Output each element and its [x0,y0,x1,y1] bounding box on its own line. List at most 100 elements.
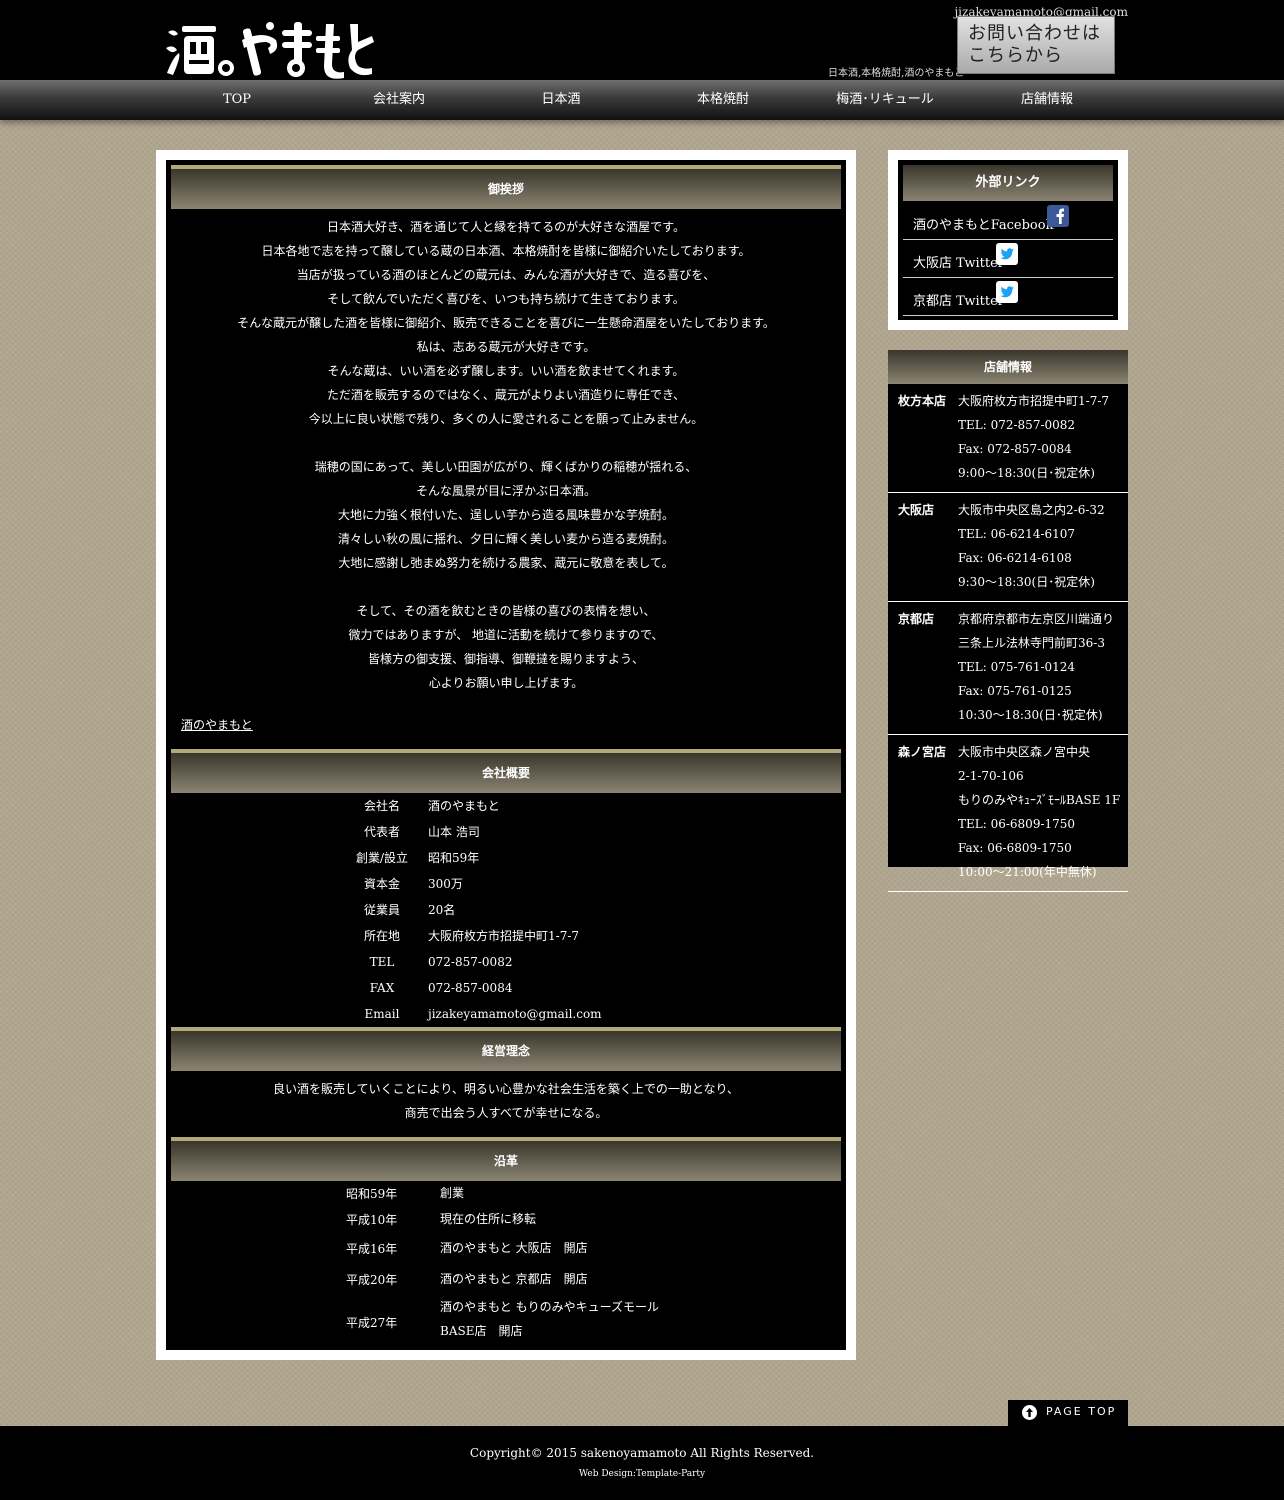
history-event: 酒のやまもと 大阪店 開店 [440,1240,588,1255]
section-title-greeting: 御挨拶 [171,165,841,209]
table-row: TEL 072-857-0082 [166,949,846,975]
facebook-icon [1047,205,1069,227]
main-content-inner: 御挨拶 日本酒大好き、酒を通じて人と縁を持てるのが大好きな酒屋です。日本各地で志… [166,160,846,1350]
nav-item-shops[interactable]: 店舗情報 [966,80,1128,120]
section-title-history: 沿革 [171,1137,841,1181]
history-event: 酒のやまもと もりのみやキューズモール [440,1300,659,1314]
shop-detail-line: Fax: 072-857-0084 [958,442,1072,456]
shop-detail-line: 10:30～18:30(日･祝定休) [958,708,1103,722]
nav-item-umeshu-liqueur[interactable]: 梅酒･リキュール [804,80,966,120]
table-row: 従業員 20名 [166,897,846,923]
list-item: 平成10年 現在の住所に移転 [166,1207,846,1233]
table-row-value: 昭和59年 [428,851,480,865]
header-tagline: 日本酒,本格焼酎,酒のやまもと [828,68,965,79]
philosophy-line: 良い酒を販売していくことにより、明るい心豊かな社会生活を築く上での一助となり、 [272,1082,740,1096]
shop-detail-line: TEL: 06-6214-6107 [958,527,1076,541]
nav-item-sake[interactable]: 日本酒 [480,80,642,120]
contact-button-line1: お問い合わせは [968,23,1101,44]
history-year: 平成27年 [346,1315,398,1330]
contact-button[interactable]: お問い合わせは こちらから [957,16,1115,74]
shop-name: 森ノ宮店 [898,745,947,759]
shop-name: 枚方本店 [898,394,947,408]
greeting-line: 清々しい秋の風に揺れ、夕日に輝く美しい麦から造る麦焼酎。 [337,532,675,546]
link-facebook[interactable]: 酒のやまもとFacebook [903,201,1113,240]
shop-detail-line: Fax: 06-6214-6108 [958,551,1072,565]
site-header: jizakeyamamoto@gmail.com 日本酒,本格焼酎,酒のやまもと… [0,0,1284,80]
link-kyoto-twitter[interactable]: 京都店 Twitter [903,277,1113,316]
greeting-line: 皆様方の御支援、御指導、御鞭撻を賜りますよう、 [367,652,644,666]
list-item: 平成20年 酒のやまもと 京都店 開店 [166,1264,846,1295]
history-event-cell: 酒のやまもと 京都店 開店 [440,1267,588,1291]
table-row: 代表者 山本 浩司 [166,819,846,845]
greeting-signature-link[interactable]: 酒のやまもと [181,716,253,733]
table-row: FAX 072-857-0084 [166,975,846,1001]
table-row-value: jizakeyamamoto@gmail.com [428,1007,602,1021]
shop-detail-line: Fax: 06-6809-1750 [958,841,1072,855]
nav-item-shochu[interactable]: 本格焼酎 [642,80,804,120]
page-top-label: PAGE TOP [1046,1405,1117,1418]
history-year: 平成16年 [346,1241,398,1256]
link-facebook-label: 酒のやまもとFacebook [913,218,1054,233]
shop-detail-line: TEL: 072-857-0082 [958,418,1076,432]
history-year: 昭和59年 [346,1187,398,1201]
arrow-up-icon [1022,1405,1037,1420]
history-year: 平成10年 [346,1213,398,1227]
contact-button-line2: こちらから [968,45,1063,66]
shop-entry: 森ノ宮店 大阪市中央区森ノ宮中央 2-1-70-106 もりのみやｷｭｰｽﾞﾓｰﾙBA… [888,735,1128,892]
list-item: 昭和59年 創業 [166,1181,846,1207]
list-item: 平成16年 酒のやまもと 大阪店 開店 [166,1233,846,1264]
link-osaka-twitter[interactable]: 大阪店 Twitter [903,239,1113,278]
table-row-value: 20名 [428,903,456,917]
table-row: 創業/設立 昭和59年 [166,845,846,871]
table-row: Email jizakeyamamoto@gmail.com [166,1001,846,1027]
main-content: 御挨拶 日本酒大好き、酒を通じて人と縁を持てるのが大好きな酒屋です。日本各地で志… [156,150,856,1360]
shop-detail-line: もりのみやｷｭｰｽﾞﾓｰﾙBASE 1F [958,793,1121,807]
site-logo[interactable] [164,18,374,80]
table-row-value: 山本 浩司 [428,825,480,839]
shop-info-box: 店舗情報 枚方本店 大阪府枚方市招提中町1-7-7 TEL: 072-857-008… [888,350,1128,892]
shop-detail-line: Fax: 075-761-0125 [958,684,1072,698]
history-event: 創業 [440,1186,465,1200]
greeting-line: 今以上に良い状態で残り、多くの人に愛されることを願って止みません。 [308,412,704,426]
twitter-icon [996,281,1018,303]
history-year: 平成20年 [346,1272,398,1287]
greeting-line: 大地に力強く根付いた、逞しい芋から造る風味豊かな芋焼酎。 [337,508,674,522]
shop-detail-line: TEL: 06-6809-1750 [958,817,1076,831]
shop-detail-line: 大阪市中央区森ノ宮中央 [958,745,1091,759]
history-event: 酒のやまもと 京都店 開店 [440,1271,588,1286]
history-event-cell: 酒のやまもと 大阪店 開店 [440,1236,588,1260]
shop-details: 大阪市中央区森ノ宮中央 2-1-70-106 もりのみやｷｭｰｽﾞﾓｰﾙBASE 1… [958,740,1120,884]
history-event: 現在の住所に移転 [440,1212,537,1226]
nav-item-company[interactable]: 会社案内 [318,80,480,120]
table-row-value: 酒のやまもと [428,799,500,813]
site-footer: Copyright© 2015 sakenoyamamoto All Right… [0,1426,1284,1500]
shop-detail-line: 京都府京都市左京区川端通り [958,612,1115,626]
shop-detail-line: 9:30～18:30(日･祝定休) [958,575,1095,589]
greeting-line: 日本各地で志を持って醸している蔵の日本酒、本格焼酎を皆様に御紹介いたしております… [261,244,751,258]
greeting-line: そして飲んでいただく喜びを、いつも持ち続けて生きております。 [327,292,685,306]
shop-details: 京都府京都市左京区川端通り 三条上ル法林寺門前町36-3 TEL: 075-761-… [958,607,1114,727]
footer-design-credit[interactable]: Web Design:Template-Party [0,1469,1284,1479]
page-top-button[interactable]: PAGE TOP [1008,1400,1128,1426]
greeting-line: そんな蔵元が醸した酒を皆様に御紹介、販売できることを喜びに一生懸命酒屋をいたして… [237,316,775,330]
greeting-line [171,575,841,599]
greeting-line: 瑞穂の国にあって、美しい田園が広がり、輝くばかりの稲穂が揺れる、 [314,460,698,474]
footer-copyright: Copyright© 2015 sakenoyamamoto All Right… [469,1446,815,1460]
greeting-line: そんな蔵は、いい酒を必ず醸します。いい酒を飲ませてくれます。 [327,364,685,378]
shop-entry: 京都店 京都府京都市左京区川端通り 三条上ル法林寺門前町36-3 TEL: 075-7… [888,602,1128,735]
greeting-line [171,431,841,455]
greeting-line: 当店が扱っている酒のほとんどの蔵元は、みんな酒が大好きで、造る喜びを、 [296,268,716,282]
shop-details: 大阪市中央区島之内2-6-32 TEL: 06-6214-6107 Fax: 06-… [958,498,1105,594]
greeting-line: 日本酒大好き、酒を通じて人と縁を持てるのが大好きな酒屋です。 [327,220,685,234]
greeting-line: 大地に感謝し弛まぬ努力を続ける農家、蔵元に敬意を表して。 [338,556,674,570]
shop-details: 大阪府枚方市招提中町1-7-7 TEL: 072-857-0082 Fax: 072… [958,389,1109,485]
table-row-value: 300万 [428,877,463,891]
nav-item-top[interactable]: TOP [156,80,318,120]
philosophy-text: 良い酒を販売していくことにより、明るい心豊かな社会生活を築く上での一助となり、商… [171,1077,841,1125]
shop-detail-line: 2-1-70-106 [958,769,1024,783]
shop-entry: 枚方本店 大阪府枚方市招提中町1-7-7 TEL: 072-857-0082 Fax:… [888,384,1128,493]
greeting-line: そんな風景が目に浮かぶ日本酒。 [415,484,596,498]
history-event-cont: BASE店 開店 [440,1324,523,1338]
table-row-value: 072-857-0084 [428,981,513,995]
shop-detail-line: TEL: 075-761-0124 [958,660,1076,674]
